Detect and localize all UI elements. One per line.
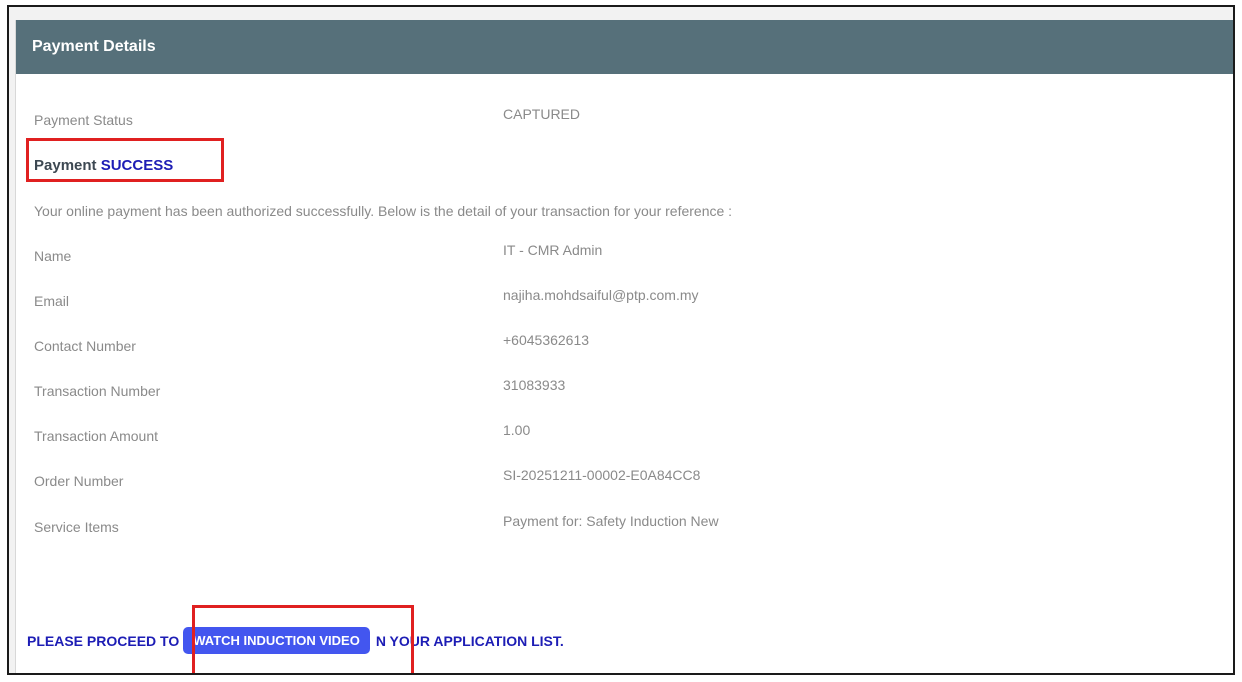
detail-value: 1.00 [503, 422, 531, 438]
detail-label: Name [34, 248, 72, 264]
detail-label: Order Number [34, 473, 124, 489]
detail-label: Transaction Amount [34, 428, 158, 444]
detail-label: Contact Number [34, 338, 136, 354]
detail-value: IT - CMR Admin [503, 242, 603, 258]
detail-value: SI-20251211-00002-E0A84CC8 [503, 467, 701, 483]
detail-value: najiha.mohdsaiful@ptp.com.my [503, 287, 699, 303]
proceed-text-before: PLEASE PROCEED TO [27, 632, 180, 649]
payment-status-label: Payment Status [34, 112, 133, 128]
payment-status-value: CAPTURED [503, 106, 581, 122]
payment-success-heading: Payment SUCCESS [34, 157, 173, 174]
intro-text: Your online payment has been authorized … [34, 203, 733, 219]
success-prefix: Payment [34, 157, 97, 174]
detail-label: Service Items [34, 519, 119, 535]
payment-details-panel: Payment Details Payment Status CAPTURED … [15, 20, 1233, 673]
detail-value: 31083933 [503, 377, 566, 393]
detail-label: Transaction Number [34, 383, 161, 399]
highlight-box-button [192, 605, 414, 673]
panel-title: Payment Details [16, 20, 1233, 74]
detail-value: Payment for: Safety Induction New [503, 513, 719, 529]
screenshot-frame: Payment Details Payment Status CAPTURED … [7, 5, 1235, 675]
success-word: SUCCESS [100, 157, 174, 174]
detail-label: Email [34, 293, 70, 309]
detail-value: +6045362613 [503, 332, 590, 348]
